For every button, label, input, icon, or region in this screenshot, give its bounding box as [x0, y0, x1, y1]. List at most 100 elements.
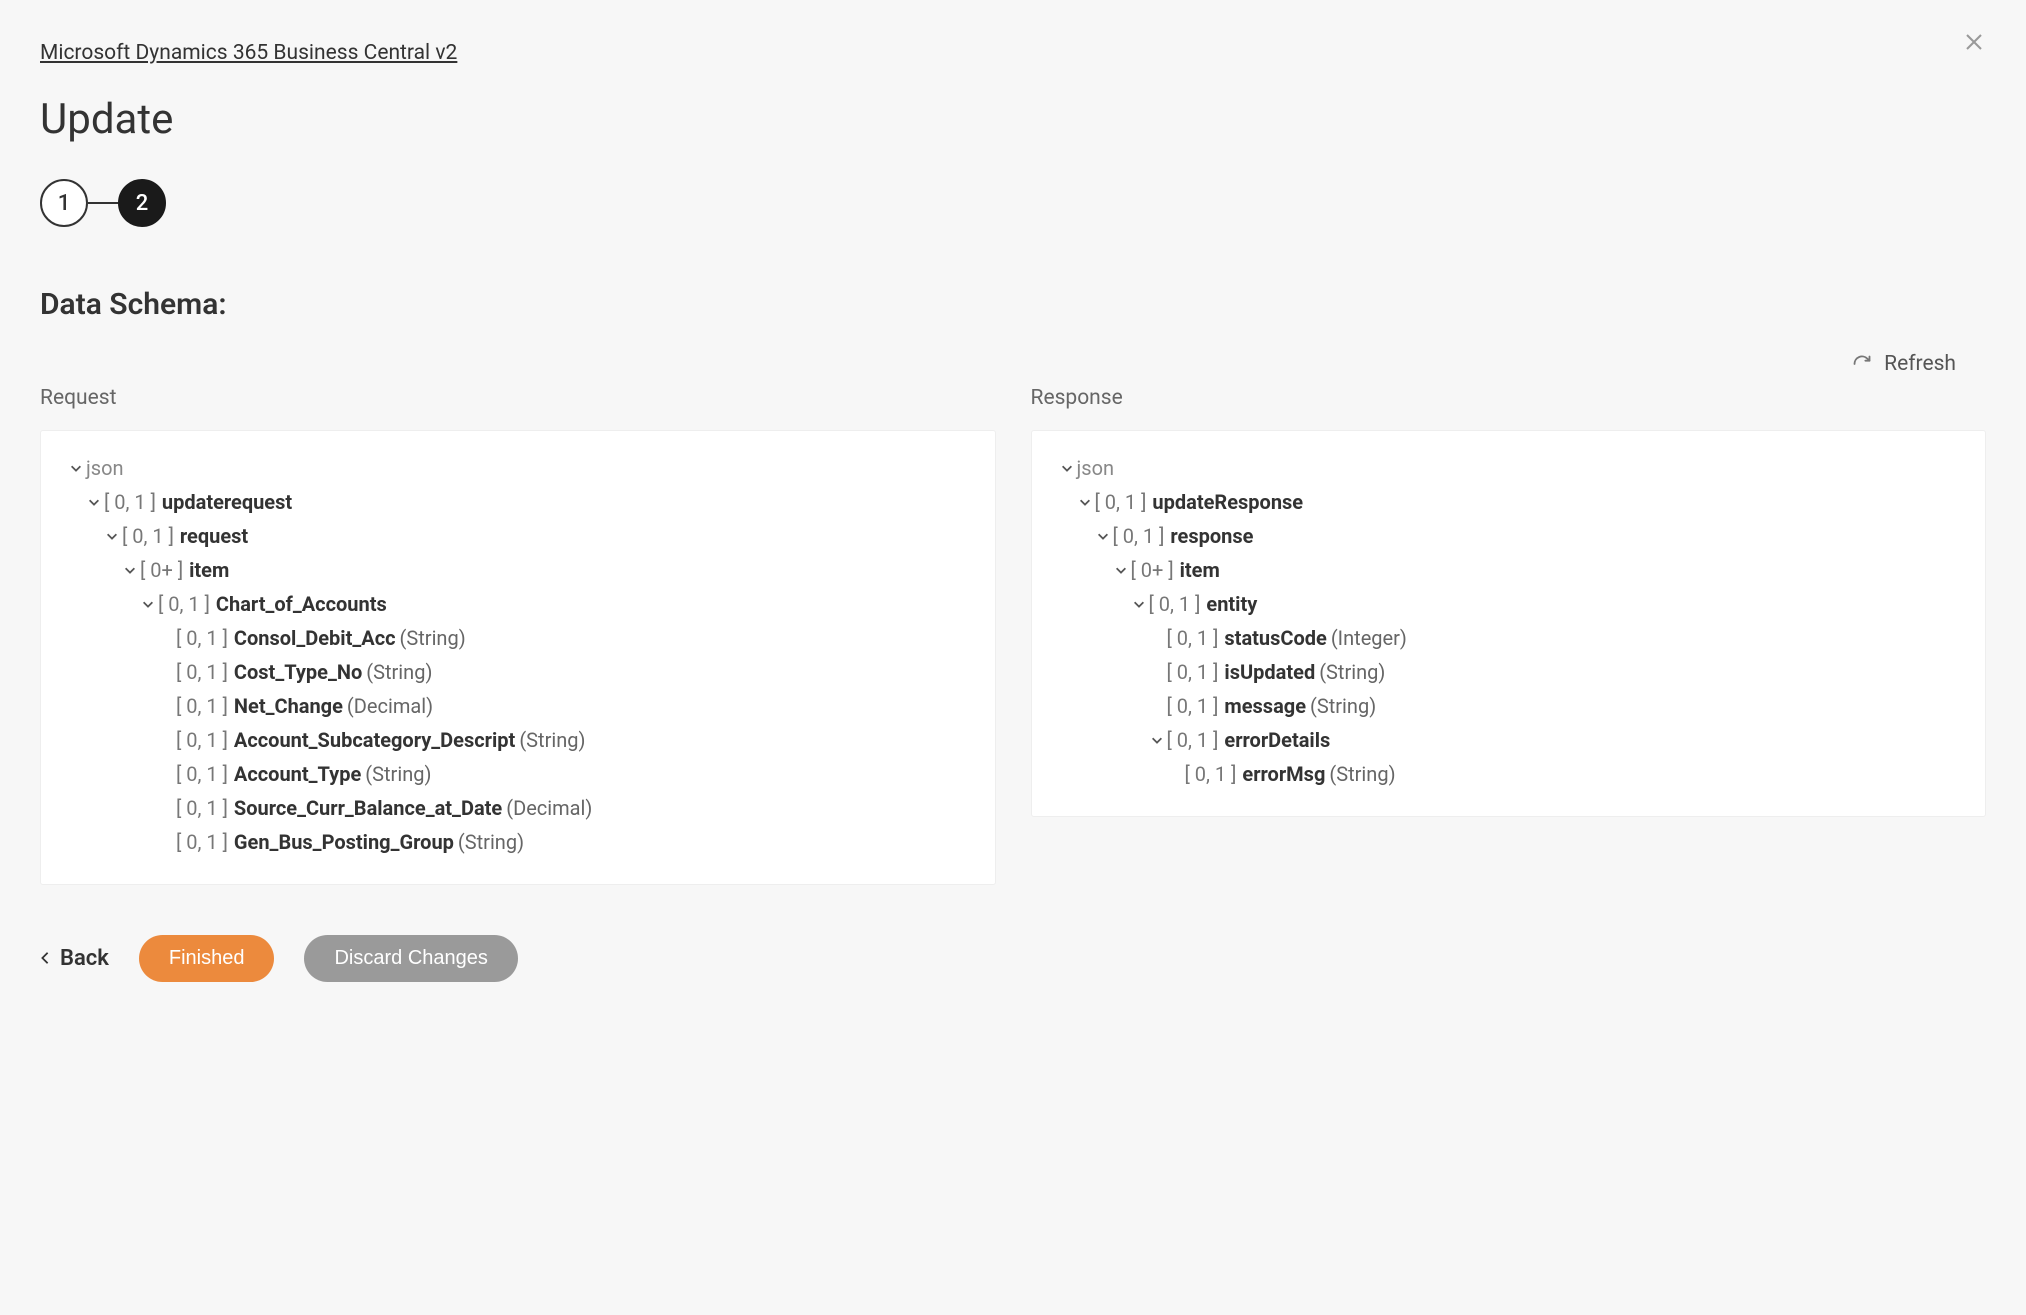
node-type: (Decimal) — [506, 796, 592, 820]
node-type: (String) — [1319, 660, 1385, 684]
node-name: item — [189, 558, 229, 582]
tree-node[interactable]: [ 0, 1 ] statusCode (Integer) — [1057, 621, 1961, 655]
node-name: response — [1170, 524, 1253, 548]
node-type: (Integer) — [1331, 626, 1407, 650]
back-label: Back — [60, 946, 109, 971]
node-type: (String) — [519, 728, 585, 752]
refresh-button[interactable]: Refresh — [1852, 352, 1956, 376]
node-name: statusCode — [1224, 626, 1326, 650]
cardinality-label: [ 0, 1 ] — [176, 796, 228, 820]
tree-node[interactable]: json — [1057, 451, 1961, 485]
cardinality-label: [ 0, 1 ] — [104, 490, 156, 514]
chevron-down-icon[interactable] — [1057, 461, 1077, 475]
node-type: (String) — [365, 762, 431, 786]
node-type: (String) — [1329, 762, 1395, 786]
chevron-left-icon — [40, 946, 50, 971]
cardinality-label: [ 0+ ] — [1131, 558, 1174, 582]
node-type: (String) — [458, 830, 524, 854]
tree-node[interactable]: [ 0, 1 ] Source_Curr_Balance_at_Date (De… — [66, 791, 970, 825]
tree-node[interactable]: [ 0, 1 ] Gen_Bus_Posting_Group (String) — [66, 825, 970, 859]
chevron-down-icon[interactable] — [1075, 495, 1095, 509]
tree-node[interactable]: [ 0, 1 ] message (String) — [1057, 689, 1961, 723]
cardinality-label: [ 0, 1 ] — [1113, 524, 1165, 548]
node-name: Net_Change — [234, 694, 343, 718]
step-2[interactable]: 2 — [118, 179, 166, 227]
cardinality-label: [ 0, 1 ] — [158, 592, 210, 616]
tree-node[interactable]: json — [66, 451, 970, 485]
stepper: 1 2 — [40, 179, 1986, 227]
chevron-down-icon[interactable] — [66, 461, 86, 475]
refresh-icon — [1852, 354, 1872, 374]
chevron-down-icon[interactable] — [1111, 563, 1131, 577]
chevron-down-icon[interactable] — [120, 563, 140, 577]
node-name: updateResponse — [1152, 490, 1303, 514]
node-name: Consol_Debit_Acc — [234, 626, 396, 650]
tree-node[interactable]: [ 0, 1 ] isUpdated (String) — [1057, 655, 1961, 689]
cardinality-label: [ 0, 1 ] — [176, 694, 228, 718]
node-type: (String) — [400, 626, 466, 650]
tree-node[interactable]: [ 0, 1 ] errorMsg (String) — [1057, 757, 1961, 791]
cardinality-label: [ 0, 1 ] — [1167, 728, 1219, 752]
finished-button[interactable]: Finished — [139, 935, 275, 982]
page-title: Update — [40, 95, 1986, 144]
node-name: Chart_of_Accounts — [216, 592, 387, 616]
refresh-label: Refresh — [1884, 352, 1956, 376]
tree-node[interactable]: [ 0+ ] item — [66, 553, 970, 587]
node-name: Gen_Bus_Posting_Group — [234, 830, 454, 854]
cardinality-label: [ 0+ ] — [140, 558, 183, 582]
chevron-down-icon[interactable] — [102, 529, 122, 543]
request-tree: json[ 0, 1 ] updaterequest[ 0, 1 ] reque… — [40, 430, 996, 885]
step-1[interactable]: 1 — [40, 179, 88, 227]
node-type: (String) — [1310, 694, 1376, 718]
response-tree: json[ 0, 1 ] updateResponse[ 0, 1 ] resp… — [1031, 430, 1987, 817]
node-name: request — [180, 524, 248, 548]
tree-node[interactable]: [ 0+ ] item — [1057, 553, 1961, 587]
cardinality-label: [ 0, 1 ] — [176, 728, 228, 752]
cardinality-label: [ 0, 1 ] — [176, 660, 228, 684]
node-name: json — [86, 456, 124, 480]
cardinality-label: [ 0, 1 ] — [1167, 694, 1219, 718]
request-column-label: Request — [40, 386, 996, 410]
node-name: Source_Curr_Balance_at_Date — [234, 796, 502, 820]
chevron-down-icon[interactable] — [84, 495, 104, 509]
tree-node[interactable]: [ 0, 1 ] Consol_Debit_Acc (String) — [66, 621, 970, 655]
node-name: message — [1224, 694, 1306, 718]
tree-node[interactable]: [ 0, 1 ] errorDetails — [1057, 723, 1961, 757]
cardinality-label: [ 0, 1 ] — [1167, 626, 1219, 650]
node-name: updaterequest — [162, 490, 292, 514]
node-name: errorMsg — [1242, 762, 1325, 786]
close-icon[interactable] — [1962, 30, 1986, 59]
tree-node[interactable]: [ 0, 1 ] Cost_Type_No (String) — [66, 655, 970, 689]
node-type: (String) — [366, 660, 432, 684]
discard-button[interactable]: Discard Changes — [304, 935, 517, 982]
cardinality-label: [ 0, 1 ] — [122, 524, 174, 548]
tree-node[interactable]: [ 0, 1 ] updateResponse — [1057, 485, 1961, 519]
cardinality-label: [ 0, 1 ] — [1149, 592, 1201, 616]
chevron-down-icon[interactable] — [1147, 733, 1167, 747]
node-name: Account_Type — [234, 762, 361, 786]
node-name: item — [1180, 558, 1220, 582]
tree-node[interactable]: [ 0, 1 ] entity — [1057, 587, 1961, 621]
cardinality-label: [ 0, 1 ] — [1167, 660, 1219, 684]
chevron-down-icon[interactable] — [1093, 529, 1113, 543]
node-name: isUpdated — [1224, 660, 1315, 684]
chevron-down-icon[interactable] — [1129, 597, 1149, 611]
node-name: json — [1077, 456, 1115, 480]
node-name: entity — [1206, 592, 1257, 616]
tree-node[interactable]: [ 0, 1 ] response — [1057, 519, 1961, 553]
chevron-down-icon[interactable] — [138, 597, 158, 611]
node-type: (Decimal) — [347, 694, 433, 718]
tree-node[interactable]: [ 0, 1 ] Account_Subcategory_Descript (S… — [66, 723, 970, 757]
node-name: Account_Subcategory_Descript — [234, 728, 515, 752]
breadcrumb-link[interactable]: Microsoft Dynamics 365 Business Central … — [40, 41, 457, 65]
tree-node[interactable]: [ 0, 1 ] Account_Type (String) — [66, 757, 970, 791]
back-button[interactable]: Back — [40, 946, 109, 971]
tree-node[interactable]: [ 0, 1 ] request — [66, 519, 970, 553]
tree-node[interactable]: [ 0, 1 ] updaterequest — [66, 485, 970, 519]
cardinality-label: [ 0, 1 ] — [1095, 490, 1147, 514]
tree-node[interactable]: [ 0, 1 ] Chart_of_Accounts — [66, 587, 970, 621]
tree-node[interactable]: [ 0, 1 ] Net_Change (Decimal) — [66, 689, 970, 723]
cardinality-label: [ 0, 1 ] — [176, 626, 228, 650]
node-name: Cost_Type_No — [234, 660, 362, 684]
step-connector — [88, 202, 118, 204]
